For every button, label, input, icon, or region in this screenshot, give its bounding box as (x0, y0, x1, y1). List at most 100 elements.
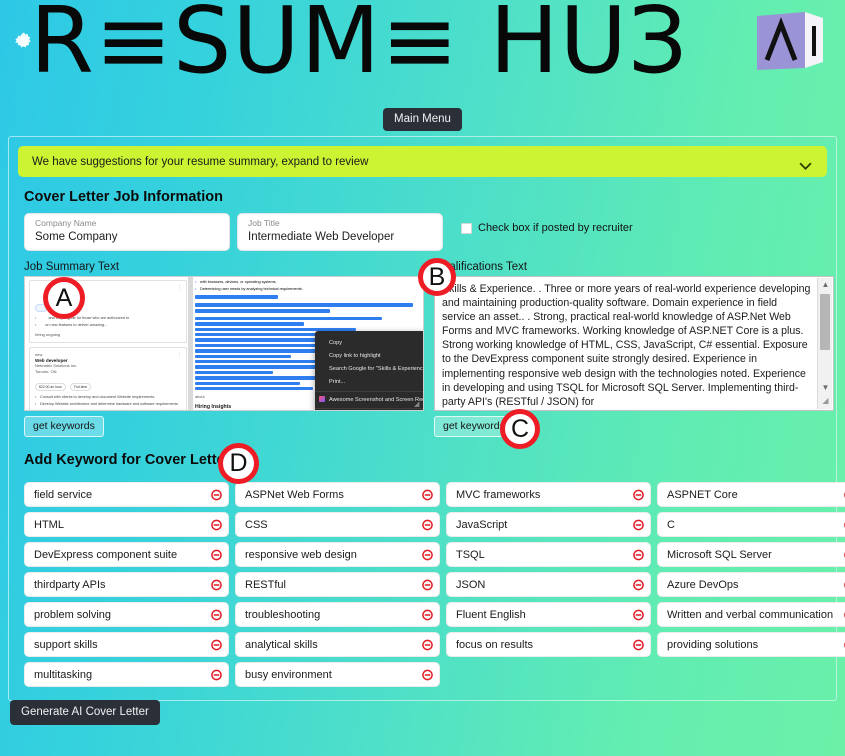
keyword-item[interactable]: C (657, 512, 845, 537)
keyword-item[interactable]: JSON (446, 572, 651, 597)
keyword-item[interactable]: MVC frameworks (446, 482, 651, 507)
job-summary-get-keywords-button[interactable]: get keywords (24, 416, 104, 437)
keyword-item[interactable]: TSQL (446, 542, 651, 567)
context-menu-item-inspect[interactable]: Inspect (315, 408, 423, 410)
keyword-item[interactable]: JavaScript (446, 512, 651, 537)
annotation-marker-d: D (218, 443, 259, 484)
keyword-item[interactable]: providing solutions (657, 632, 845, 657)
remove-keyword-icon[interactable] (633, 489, 644, 500)
remove-keyword-icon[interactable] (633, 519, 644, 530)
context-menu-item-print[interactable]: Print... (315, 376, 423, 389)
screenshot-column-divider (188, 277, 193, 410)
resize-grip-icon: ◢ (414, 401, 420, 408)
keyword-label: busy environment (245, 668, 332, 681)
remove-keyword-icon[interactable] (633, 609, 644, 620)
keyword-item[interactable]: multitasking (24, 662, 229, 687)
keyword-item[interactable]: CSS (235, 512, 440, 537)
context-menu-item-search-google[interactable]: Search Google for "Skills & Experience T… (315, 362, 423, 375)
qualifications-caption: Qualifications Text (434, 261, 528, 273)
keyword-item[interactable]: troubleshooting (235, 602, 440, 627)
qualifications-text[interactable]: Skills & Experience. . Three or more yea… (434, 276, 834, 411)
page-title: Cover Letter Job Information (24, 189, 223, 205)
recruiter-checkbox[interactable] (461, 222, 472, 234)
detail-line: Determining user needs by analyzing tech… (195, 287, 413, 292)
job-title-value: Intermediate Web Developer (248, 231, 395, 243)
list-item-chip-salary: $22.00 an hour (35, 382, 66, 391)
keyword-item[interactable]: analytical skills (235, 632, 440, 657)
context-menu-item-awesome-screenshot[interactable]: Awesome Screenshot and Screen Recorder (315, 390, 423, 407)
add-keyword-label: Add Keyword for Cover Letter (24, 451, 231, 468)
browser-context-menu[interactable]: Copy Copy link to highlight Search Googl… (315, 331, 423, 410)
scroll-down-arrow-icon[interactable]: ▼ (818, 381, 833, 395)
remove-keyword-icon[interactable] (211, 519, 222, 530)
remove-keyword-icon[interactable] (211, 639, 222, 650)
job-info-fields: Company Name Some Company Job Title Inte… (24, 213, 827, 251)
keyword-label: CSS (245, 518, 268, 531)
keyword-item[interactable]: Azure DevOps (657, 572, 845, 597)
keyword-item[interactable]: busy environment (235, 662, 440, 687)
remove-keyword-icon[interactable] (422, 489, 433, 500)
remove-keyword-icon[interactable] (422, 549, 433, 560)
job-summary-column: Job Summary Text ⋮ Full-time and only el… (24, 261, 424, 437)
job-title-field[interactable]: Job Title Intermediate Web Developer (237, 213, 443, 251)
remove-keyword-icon[interactable] (211, 489, 222, 500)
keyword-label: analytical skills (245, 638, 318, 651)
main-menu-button[interactable]: Main Menu (383, 108, 462, 131)
remove-keyword-icon[interactable] (211, 669, 222, 680)
remove-keyword-icon[interactable] (211, 609, 222, 620)
list-item-location: Toronto, ON (35, 368, 57, 374)
generate-ai-cover-letter-button[interactable]: Generate AI Cover Letter (10, 700, 160, 725)
keyword-label: support skills (34, 638, 98, 651)
keyword-item[interactable]: ASPNet Web Forms (235, 482, 440, 507)
resume-suggestions-banner[interactable]: We have suggestions for your resume summ… (18, 146, 827, 177)
keyword-item[interactable]: DevExpress component suite (24, 542, 229, 567)
keyword-label: HTML (34, 518, 64, 531)
keyword-label: Written and verbal communication (667, 608, 834, 621)
annotation-marker-c: C (500, 409, 540, 449)
keyword-item[interactable]: field service (24, 482, 229, 507)
company-name-label: Company Name (35, 218, 97, 228)
resize-grip-icon[interactable]: ◢ (818, 396, 833, 409)
keyword-item[interactable]: support skills (24, 632, 229, 657)
remove-keyword-icon[interactable] (422, 579, 433, 590)
context-menu-item-copy[interactable]: Copy (315, 336, 423, 349)
remove-keyword-icon[interactable] (633, 549, 644, 560)
keyword-label: providing solutions (667, 638, 759, 651)
keyword-item[interactable]: responsive web design (235, 542, 440, 567)
keyword-item[interactable]: RESTful (235, 572, 440, 597)
keyword-item[interactable]: focus on results (446, 632, 651, 657)
job-title-label: Job Title (248, 218, 280, 228)
company-name-value: Some Company (35, 231, 118, 243)
remove-keyword-icon[interactable] (422, 609, 433, 620)
company-name-field[interactable]: Company Name Some Company (24, 213, 230, 251)
cover-letter-panel: We have suggestions for your resume summ… (8, 136, 845, 701)
list-item-bullet: Consult with clients to develop and docu… (35, 395, 181, 401)
scrollbar-thumb[interactable] (820, 294, 830, 350)
remove-keyword-icon[interactable] (211, 579, 222, 590)
remove-keyword-icon[interactable] (633, 579, 644, 590)
keyword-item[interactable]: Written and verbal communication (657, 602, 845, 627)
keyword-item[interactable]: thirdparty APIs (24, 572, 229, 597)
remove-keyword-icon[interactable] (211, 549, 222, 560)
qualifications-column: Qualifications Text Skills & Experience.… (434, 261, 834, 437)
list-item: ⋮ new Web developer Netmatrix Solutions … (29, 346, 187, 410)
scroll-up-arrow-icon[interactable]: ▲ (818, 278, 833, 292)
keyword-label: MVC frameworks (456, 488, 541, 501)
remove-keyword-icon[interactable] (422, 519, 433, 530)
keyword-label: multitasking (34, 668, 93, 681)
keyword-label: RESTful (245, 578, 286, 591)
keyword-label: troubleshooting (245, 608, 321, 621)
remove-keyword-icon[interactable] (633, 639, 644, 650)
banner-text: We have suggestions for your resume summ… (32, 155, 369, 168)
qualifications-scrollbar[interactable]: ▲ ▼ ◢ (817, 278, 832, 409)
keyword-item[interactable]: Fluent English (446, 602, 651, 627)
recruiter-checkbox-group[interactable]: Check box if posted by recruiter (461, 222, 633, 234)
chevron-down-icon[interactable] (798, 157, 813, 170)
context-menu-item-copy-link-to-highlight[interactable]: Copy link to highlight (315, 349, 423, 362)
keyword-item[interactable]: problem solving (24, 602, 229, 627)
remove-keyword-icon[interactable] (422, 669, 433, 680)
keyword-item[interactable]: ASPNET Core (657, 482, 845, 507)
keyword-item[interactable]: HTML (24, 512, 229, 537)
keyword-item[interactable]: Microsoft SQL Server (657, 542, 845, 567)
remove-keyword-icon[interactable] (422, 639, 433, 650)
